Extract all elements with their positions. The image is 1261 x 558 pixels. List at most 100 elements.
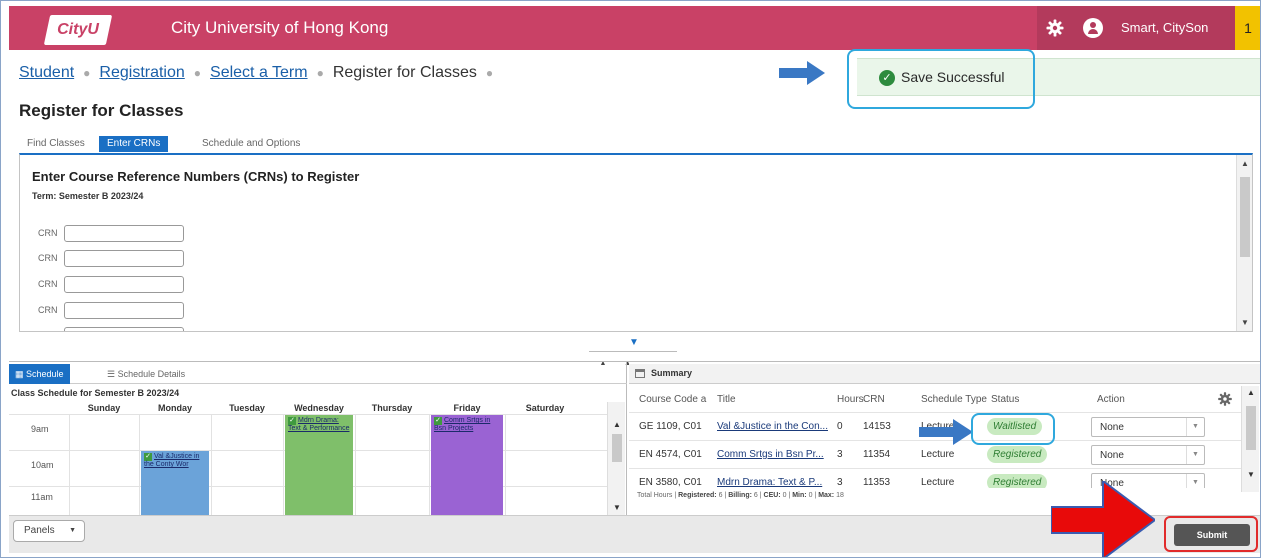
breadcrumb-separator: ● xyxy=(83,66,91,80)
header-user-area: Smart, CitySon 1 xyxy=(1037,6,1260,50)
scrollbar-thumb[interactable] xyxy=(612,434,622,462)
row-course-code: EN 3580, C01 xyxy=(639,477,702,488)
chevron-down-icon: ▼ xyxy=(1186,418,1204,436)
row-course-code: EN 4574, C01 xyxy=(639,449,702,460)
day-header-sunday: Sunday xyxy=(87,403,121,413)
scroll-up-icon[interactable]: ▲ xyxy=(1241,159,1249,168)
chevron-down-icon: ▼ xyxy=(69,527,76,534)
row-title-link[interactable]: Mdrn Drama: Text & P... xyxy=(717,477,822,488)
tab-schedule-details[interactable]: ☰ Schedule Details xyxy=(101,364,191,384)
action-select[interactable]: None ▼ xyxy=(1091,417,1205,437)
annotation-highlight-save xyxy=(847,49,1035,109)
crn-term-label: Term: Semester B 2023/24 xyxy=(32,191,144,201)
day-header-monday: Monday xyxy=(157,403,192,413)
crn-input-4[interactable] xyxy=(64,302,184,319)
scrollbar-thumb[interactable] xyxy=(1246,406,1256,450)
schedule-event-comm-srtgs[interactable]: ✓ Comm Srtgs in Bsn Projects xyxy=(431,415,503,516)
check-icon: ✓ xyxy=(434,417,442,425)
crn-input-3[interactable] xyxy=(64,276,184,293)
row-schedule-type: Lecture xyxy=(921,449,955,460)
collapse-triangle-icon[interactable]: ▼ xyxy=(629,337,639,348)
schedule-calendar: Sunday Monday Tuesday Wednesday Thursday… xyxy=(9,402,607,516)
breadcrumb-current: Register for Classes xyxy=(332,64,477,81)
schedule-event-mdrn-drama[interactable]: ✓ Mdrn Drama: Text & Performance xyxy=(285,415,353,516)
row-schedule-type: Lecture xyxy=(921,477,955,488)
totals-billing: 6 xyxy=(753,492,758,499)
summary-totals: Total Hours | Registered: 6 | Billing: 6… xyxy=(637,492,844,499)
scroll-down-icon[interactable]: ▼ xyxy=(1241,318,1249,327)
crn-input-2[interactable] xyxy=(64,250,184,267)
row-title-link[interactable]: Val &Justice in the Con... xyxy=(717,421,828,432)
page-title: Register for Classes xyxy=(19,101,184,120)
row-hours: 0 xyxy=(837,421,843,432)
scroll-up-icon[interactable]: ▲ xyxy=(613,420,621,429)
tab-find-classes[interactable]: Find Classes xyxy=(19,136,93,152)
summary-title: Summary xyxy=(651,368,693,378)
breadcrumb-select-term[interactable]: Select a Term xyxy=(210,64,308,81)
col-action[interactable]: Action xyxy=(1097,394,1125,405)
tab-enter-crns[interactable]: Enter CRNs xyxy=(99,136,169,152)
row-crn: 14153 xyxy=(863,421,891,432)
logo-text: CityU xyxy=(57,21,99,38)
notification-badge[interactable]: 1 xyxy=(1235,6,1260,50)
user-name[interactable]: Smart, CitySon xyxy=(1121,20,1208,35)
calendar-gridline xyxy=(429,414,430,516)
top-header-bar: CityU City University of Hong Kong Smart… xyxy=(9,6,1260,50)
status-badge: Registered xyxy=(987,446,1048,463)
tab-schedule[interactable]: ▦ Schedule xyxy=(9,364,70,384)
totals-registered-label: Registered: xyxy=(678,492,717,499)
row-title-link[interactable]: Comm Srtgs in Bsn Pr... xyxy=(717,449,824,460)
submit-button[interactable]: Submit xyxy=(1174,524,1250,546)
row-crn: 11354 xyxy=(863,449,891,460)
day-header-wednesday: Wednesday xyxy=(294,403,344,413)
check-icon: ✓ xyxy=(144,453,152,461)
col-schedule-type[interactable]: Schedule Type xyxy=(921,394,987,405)
cityu-logo[interactable]: CityU xyxy=(43,15,113,45)
crn-panel-scrollbar[interactable]: ▲ ▼ xyxy=(1236,155,1252,331)
totals-max-label: Max: xyxy=(818,492,835,499)
annotation-highlight-status xyxy=(971,413,1055,445)
status-badge: Registered xyxy=(987,474,1048,488)
calendar-gridline xyxy=(355,414,356,516)
calendar-icon xyxy=(635,369,645,378)
schedule-tabs: ▦ Schedule ☰ Schedule Details xyxy=(9,362,627,384)
app-window: CityU City University of Hong Kong Smart… xyxy=(0,0,1261,558)
scroll-up-icon[interactable]: ▲ xyxy=(1247,388,1255,397)
col-hours[interactable]: Hours xyxy=(837,394,864,405)
tab-schedule-options[interactable]: Schedule and Options xyxy=(194,136,308,152)
gear-icon[interactable] xyxy=(1045,18,1065,38)
summary-gear-icon[interactable] xyxy=(1217,391,1233,407)
event-label: Val &Justice in the Conty Wor xyxy=(144,453,200,468)
check-icon: ✓ xyxy=(288,417,296,425)
scrollbar-thumb[interactable] xyxy=(1240,177,1250,257)
totals-min-label: Min: xyxy=(792,492,807,499)
col-status[interactable]: Status xyxy=(991,394,1019,405)
breadcrumb-registration[interactable]: Registration xyxy=(99,64,184,81)
tab-schedule-details-label: Schedule Details xyxy=(117,369,186,379)
annotation-arrow-save xyxy=(779,61,825,85)
event-label: Mdrn Drama: Text & Performance xyxy=(288,417,350,432)
action-select-value: None xyxy=(1100,422,1124,433)
col-title[interactable]: Title xyxy=(717,394,736,405)
summary-column-headers: Course Code a Title Hours CRN Schedule T… xyxy=(629,392,1239,410)
col-course-code[interactable]: Course Code a xyxy=(639,394,706,405)
chevron-down-icon: ▼ xyxy=(1186,446,1204,464)
crn-input-1[interactable] xyxy=(64,225,184,242)
calendar-scrollbar[interactable]: ▲ ▼ xyxy=(607,402,625,516)
scroll-down-icon[interactable]: ▼ xyxy=(613,503,621,512)
tab-schedule-label: Schedule xyxy=(26,369,64,379)
summary-scrollbar[interactable]: ▲ ▼ xyxy=(1241,386,1259,492)
summary-header: Summary xyxy=(629,364,1260,384)
annotation-arrow-status xyxy=(919,419,973,445)
university-name: City University of Hong Kong xyxy=(171,18,389,37)
scroll-down-icon[interactable]: ▼ xyxy=(1247,470,1255,479)
action-select[interactable]: None ▼ xyxy=(1091,445,1205,465)
row-crn: 11353 xyxy=(863,477,891,488)
breadcrumb-student[interactable]: Student xyxy=(19,64,74,81)
panels-button[interactable]: Panels ▼ xyxy=(13,520,85,542)
crn-label: CRN xyxy=(38,305,58,315)
user-avatar-icon[interactable] xyxy=(1083,18,1103,38)
crn-input-5[interactable] xyxy=(64,327,184,331)
schedule-event-val-justice[interactable]: ✓ Val &Justice in the Conty Wor xyxy=(141,451,209,516)
col-crn[interactable]: CRN xyxy=(863,394,885,405)
